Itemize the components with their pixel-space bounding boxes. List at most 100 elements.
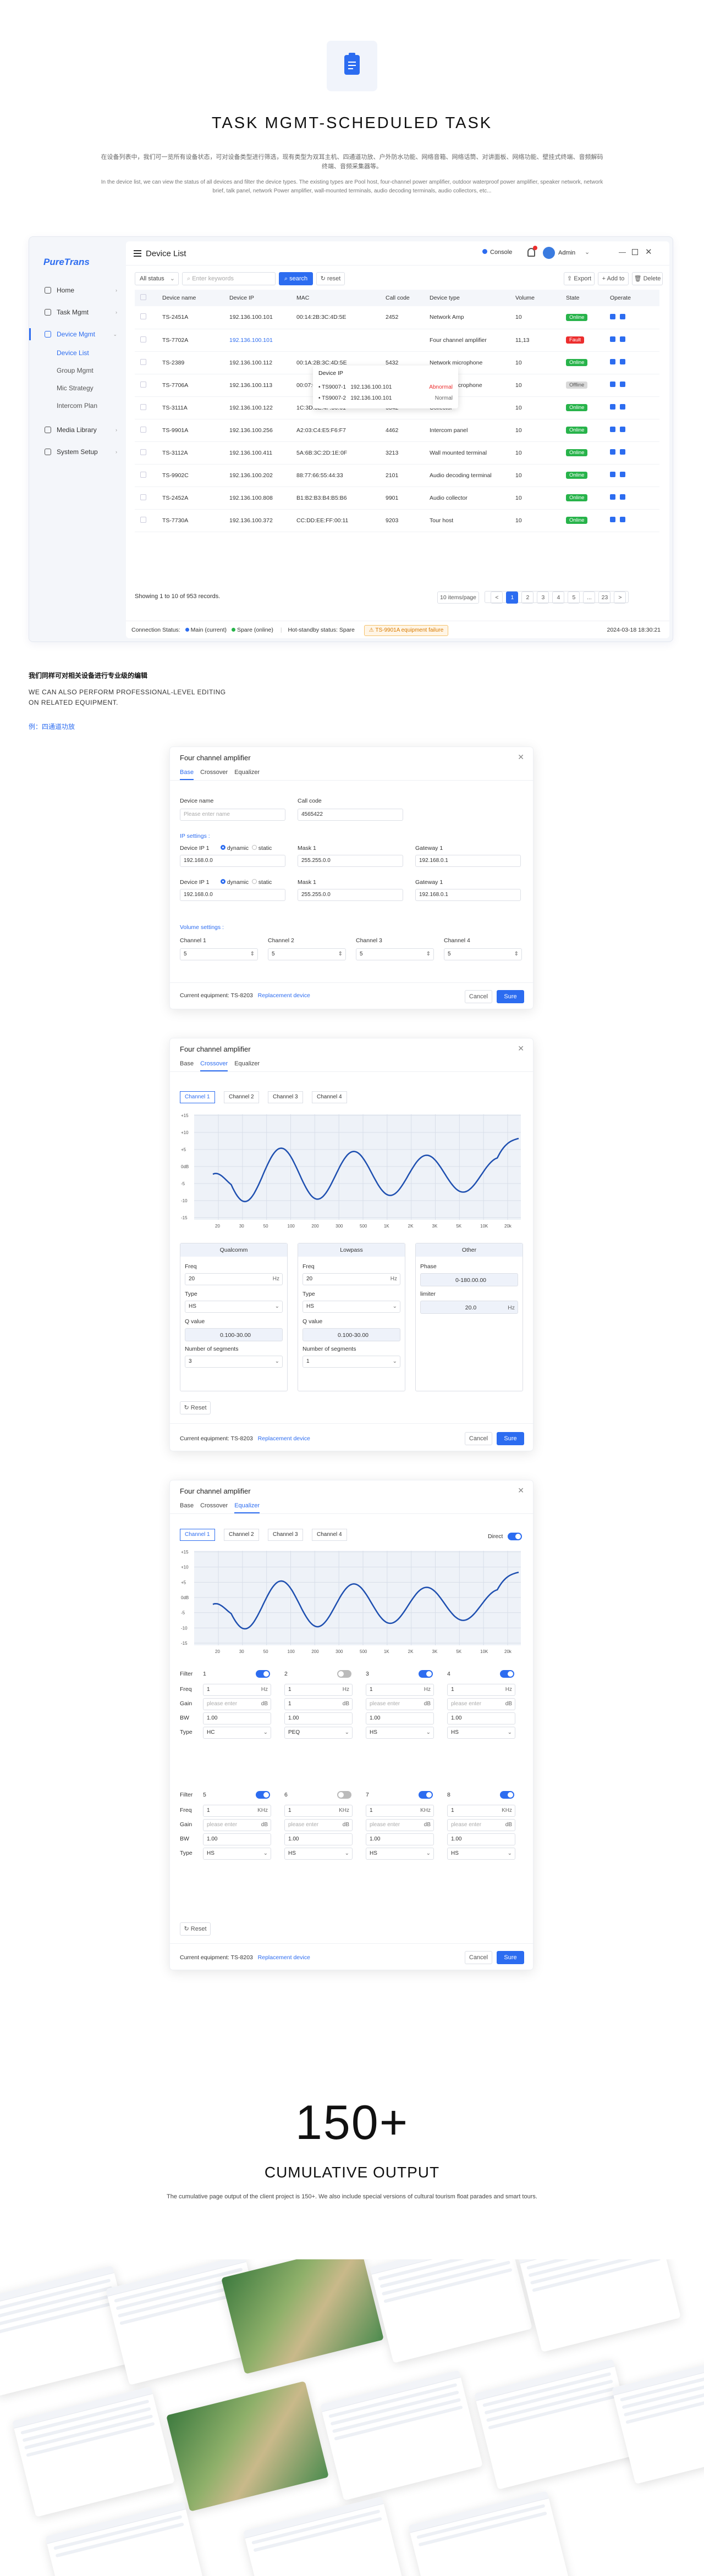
reset-button[interactable]: ↻ reset [316,272,345,285]
user-name[interactable]: Admin [558,250,575,256]
failure-warning[interactable]: ⚠ TS-9901A equipment failure [364,625,449,636]
console-link[interactable]: Console [482,249,512,256]
type-select[interactable]: HC ⌄ [203,1727,271,1739]
delete-icon[interactable] [620,472,625,477]
add-button[interactable]: + Add to [598,272,629,285]
table-row[interactable]: TS-9901A 192.136.100.256 A2:03:C4:E5:F6:F7… [135,419,659,442]
limiter-input[interactable]: 20.0 Hz [420,1301,518,1314]
gain-input[interactable]: 1 dB [284,1698,353,1710]
type-select[interactable]: HS ⌄ [203,1848,271,1860]
page-button[interactable]: 4 [552,592,565,604]
edit-icon[interactable] [610,313,615,319]
gain-input[interactable]: please enter dB [366,1698,434,1710]
col-state[interactable]: State [560,290,604,306]
tab-base[interactable]: Base [180,1060,194,1070]
page-button[interactable]: 2 [521,592,534,604]
close-icon[interactable]: ✕ [518,753,524,762]
delete-icon[interactable] [620,359,625,364]
freq-input[interactable]: 1 Hz [366,1684,434,1696]
gain-input[interactable]: please enter dB [366,1819,434,1831]
mask-input[interactable]: 255.255.0.0 [298,855,403,867]
row-checkbox[interactable] [140,381,146,388]
edit-icon[interactable] [610,472,615,477]
type-select[interactable]: HS ⌄ [447,1848,515,1860]
channel-tab[interactable]: Channel 3 [268,1529,303,1541]
bw-input[interactable]: 1.00 [366,1712,434,1724]
channel-tab[interactable]: Channel 2 [224,1529,259,1541]
select-all-checkbox[interactable] [140,294,146,300]
delete-icon[interactable] [620,336,625,342]
nav-device-mgmt[interactable]: Device Mgmt ⌄ [29,326,123,342]
filter-toggle[interactable] [256,1670,270,1678]
freq-input[interactable]: 20 Hz [302,1273,400,1285]
sure-button[interactable]: Sure [497,1951,524,1964]
cancel-button[interactable]: Cancel [465,1432,492,1445]
tab-crossover[interactable]: Crossover [200,769,228,779]
menu-icon[interactable] [134,250,141,257]
cancel-button[interactable]: Cancel [465,990,492,1003]
page-size-select[interactable]: 10 items/page [437,592,479,604]
filter-toggle[interactable] [256,1791,270,1799]
col-device-name[interactable]: Device name [157,290,224,306]
delete-icon[interactable] [620,449,625,455]
edit-icon[interactable] [610,427,615,432]
tab-equalizer[interactable]: Equalizer [234,1060,260,1070]
close-icon[interactable]: ✕ [518,1486,524,1495]
ip-mode-radio[interactable]: dynamic static [221,845,272,852]
edit-icon[interactable] [610,494,615,500]
q-value-input[interactable]: 0.100-30.00 [185,1328,283,1341]
subnav-device-list[interactable]: Device List [57,345,123,361]
close-icon[interactable]: ✕ [518,1044,524,1053]
filter-toggle[interactable] [337,1670,351,1678]
delete-icon[interactable] [620,382,625,387]
freq-input[interactable]: 1 KHz [366,1805,434,1817]
export-button[interactable]: ⇪ Export [564,272,595,285]
nav-media-library[interactable]: Media Library › [40,422,123,438]
row-checkbox[interactable] [140,336,146,342]
filter-toggle[interactable] [500,1670,514,1678]
col-device-ip[interactable]: Device IP [224,290,291,306]
delete-icon[interactable] [620,404,625,410]
freq-input[interactable]: 20 Hz [185,1273,283,1285]
table-row[interactable]: TS-3112A 192.136.100.411 5A:6B:3C:2D:1E:0F… [135,441,659,465]
gain-input[interactable]: please enter dB [447,1698,515,1710]
q-value-input[interactable]: 0.100-30.00 [302,1328,400,1341]
page-button[interactable]: > [614,592,626,604]
channel-tab[interactable]: Channel 1 [180,1091,215,1103]
type-select[interactable]: PEQ ⌄ [284,1727,353,1739]
bw-input[interactable]: 1.00 [447,1712,515,1724]
type-select[interactable]: HS ⌄ [447,1727,515,1739]
freq-input[interactable]: 1 Hz [447,1684,515,1696]
ip-mode-radio[interactable]: dynamic static [221,879,272,886]
avatar[interactable] [543,247,555,259]
type-select[interactable]: HS ⌄ [302,1301,400,1313]
page-button[interactable]: ... [583,592,596,604]
channel-volume-stepper[interactable]: 5 ⇕ [356,948,434,960]
table-row[interactable]: TS-7702A 192.136.100.101 Four channel ampl… [135,329,659,352]
channel-volume-stepper[interactable]: 5 ⇕ [268,948,346,960]
freq-input[interactable]: 1 Hz [284,1684,353,1696]
segments-select[interactable]: 3 ⌄ [185,1356,283,1368]
table-row[interactable]: TS-2451A 192.136.100.101 00:14:2B:3C:4D:5E… [135,306,659,329]
col-mac[interactable]: MAC [291,290,380,306]
col-call-code[interactable]: Call code [380,290,424,306]
subnav-group-mgmt[interactable]: Group Mgmt [57,362,123,379]
channel-tab[interactable]: Channel 4 [312,1529,347,1541]
nav-system-setup[interactable]: System Setup › [40,444,123,460]
reset-button[interactable]: ↻ Reset [180,1401,211,1414]
replacement-link[interactable]: Replacement device [258,1435,310,1442]
page-button[interactable]: 23 [598,592,611,604]
row-checkbox[interactable] [140,516,146,523]
channel-tab[interactable]: Channel 1 [180,1529,215,1541]
page-button[interactable]: 5 [568,592,580,604]
gain-input[interactable]: please enter dB [203,1698,271,1710]
filter-toggle[interactable] [337,1791,351,1799]
freq-input[interactable]: 1 KHz [447,1805,515,1817]
filter-toggle[interactable] [419,1670,433,1678]
filter-toggle[interactable] [419,1791,433,1799]
freq-input[interactable]: 1 Hz [203,1684,271,1696]
tab-equalizer[interactable]: Equalizer [234,769,260,779]
col-device-type[interactable]: Device type [424,290,510,306]
maximize-icon[interactable] [632,249,638,255]
subnav-intercom-plan[interactable]: Intercom Plan [57,397,123,414]
